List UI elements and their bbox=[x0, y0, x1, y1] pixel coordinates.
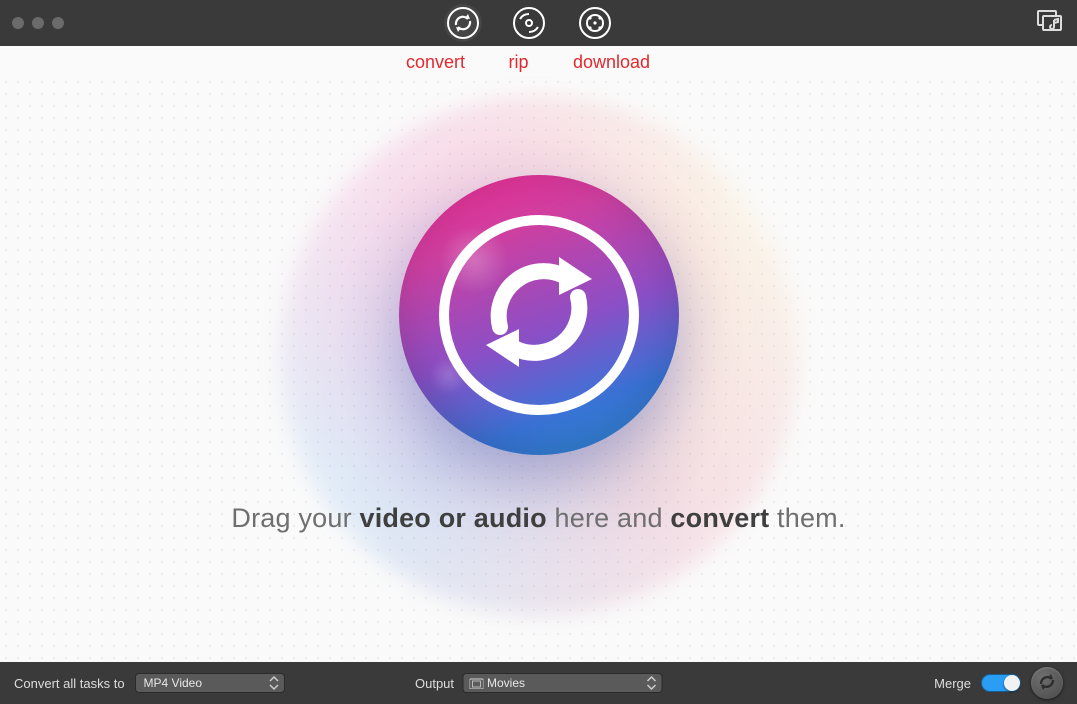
start-convert-icon bbox=[1036, 671, 1058, 696]
tab-rip[interactable] bbox=[510, 4, 548, 42]
output-folder-value: Movies bbox=[487, 676, 525, 690]
convert-icon bbox=[446, 6, 480, 40]
tab-download[interactable] bbox=[576, 4, 614, 42]
output-label: Output bbox=[415, 676, 454, 691]
select-stepper-icon bbox=[645, 675, 659, 691]
close-window-button[interactable] bbox=[12, 17, 24, 29]
start-button[interactable] bbox=[1031, 667, 1063, 699]
output-path-group: Output Movies bbox=[415, 673, 662, 693]
mode-tab-group bbox=[444, 4, 614, 42]
titlebar bbox=[0, 0, 1077, 46]
add-to-list-icon bbox=[1037, 10, 1063, 37]
zoom-window-button[interactable] bbox=[52, 17, 64, 29]
minimize-window-button[interactable] bbox=[32, 17, 44, 29]
tab-download-label: download bbox=[567, 52, 657, 73]
prompt-text-3: them. bbox=[769, 503, 845, 533]
merge-label: Merge bbox=[934, 676, 971, 691]
toggle-knob bbox=[1004, 675, 1020, 691]
convert-orb-ring bbox=[439, 215, 639, 415]
add-media-button[interactable] bbox=[1035, 8, 1065, 38]
bottom-right-group: Merge bbox=[934, 667, 1063, 699]
prompt-text-1: Drag your bbox=[231, 503, 359, 533]
tab-rip-label: rip bbox=[499, 52, 539, 73]
cycle-arrows-icon bbox=[464, 237, 614, 392]
tab-convert-label: convert bbox=[401, 52, 471, 73]
rip-icon bbox=[512, 6, 546, 40]
bottom-toolbar: Convert all tasks to MP4 Video Output Mo… bbox=[0, 662, 1077, 704]
prompt-bold-2: convert bbox=[670, 503, 769, 533]
prompt-text-2: here and bbox=[547, 503, 671, 533]
output-folder-select[interactable]: Movies bbox=[462, 673, 662, 693]
output-format-select[interactable]: MP4 Video bbox=[135, 673, 285, 693]
output-format-value: MP4 Video bbox=[144, 676, 202, 690]
tab-convert[interactable] bbox=[444, 4, 482, 42]
drop-prompt: Drag your video or audio here and conver… bbox=[231, 503, 845, 534]
merge-toggle[interactable] bbox=[981, 674, 1021, 692]
drop-zone[interactable]: Drag your video or audio here and conver… bbox=[0, 76, 1077, 662]
prompt-bold-1: video or audio bbox=[359, 503, 546, 533]
convert-orb bbox=[399, 175, 679, 455]
folder-icon bbox=[469, 677, 483, 689]
select-stepper-icon bbox=[268, 675, 282, 691]
convert-all-label: Convert all tasks to bbox=[14, 676, 125, 691]
download-icon bbox=[578, 6, 612, 40]
mode-tab-labels: convert rip download bbox=[0, 46, 1077, 76]
window-controls bbox=[12, 17, 64, 29]
